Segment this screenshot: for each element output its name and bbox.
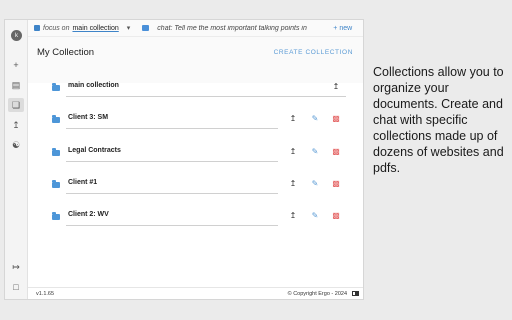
app-window: k + ▤ ❏ ↥ ☯ ↦ □ focus on main collection… (4, 19, 364, 300)
folder-icon (52, 180, 60, 188)
collection-name: Client 2: WV (68, 211, 109, 218)
upload-icon[interactable]: ↥ (331, 82, 341, 92)
name-underline (66, 96, 346, 97)
upload-icon[interactable]: ↥ (288, 147, 298, 157)
folder-icon (52, 212, 60, 220)
chevron-down-icon[interactable]: ▾ (127, 24, 131, 32)
upload-icon[interactable]: ↥ (288, 114, 298, 124)
panel-toggle-icon[interactable] (352, 291, 359, 296)
chat-icon (142, 25, 150, 31)
delete-icon[interactable]: ▩ (331, 147, 341, 157)
collection-name: main collection (68, 82, 119, 89)
folder-icon (52, 83, 60, 91)
upload-icon[interactable]: ↥ (288, 211, 298, 221)
list-item[interactable]: Client 2: WV ↥ ✎ ▩ (28, 203, 363, 235)
collection-list-icon[interactable]: ▤ (8, 78, 24, 92)
edit-icon[interactable]: ✎ (310, 179, 320, 189)
list-item[interactable]: Legal Contracts ↥ ✎ ▩ (28, 139, 363, 171)
list-item[interactable]: main collection ↥ (28, 74, 363, 106)
focus-icon (34, 25, 40, 31)
collection-name: Client #1 (68, 179, 98, 186)
topbar: focus on main collection ▾ chat: Tell me… (28, 20, 363, 37)
delete-icon[interactable]: ▩ (331, 211, 341, 221)
delete-icon[interactable]: ▩ (331, 179, 341, 189)
edit-icon[interactable]: ✎ (310, 211, 320, 221)
upload-icon[interactable]: ↥ (8, 118, 24, 132)
collection-name: Client 3: SM (68, 114, 109, 121)
footer: v1.1.65 © Copyright Ergo - 2024 (28, 287, 363, 299)
collections-icon[interactable]: ❏ (8, 98, 24, 112)
copyright-text: © Copyright Ergo - 2024 (287, 291, 347, 297)
focus-label: focus on (43, 24, 70, 32)
new-chat-button[interactable]: + new (333, 25, 352, 32)
create-collection-button[interactable]: CREATE COLLECTION (274, 49, 353, 56)
users-icon[interactable]: ☯ (8, 138, 24, 152)
focus-collection-select[interactable]: main collection (72, 25, 118, 32)
user-avatar[interactable]: k (11, 30, 22, 41)
bookmark-icon[interactable]: □ (8, 280, 24, 294)
name-underline (66, 193, 278, 194)
name-underline (66, 225, 278, 226)
current-chat-title[interactable]: chat: Tell me the most important talking… (157, 25, 325, 32)
edit-icon[interactable]: ✎ (310, 147, 320, 157)
collection-name: Legal Contracts (68, 147, 121, 154)
logout-icon[interactable]: ↦ (8, 260, 24, 274)
name-underline (66, 128, 278, 129)
folder-icon (52, 148, 60, 156)
edit-icon[interactable]: ✎ (310, 114, 320, 124)
folder-icon (52, 115, 60, 123)
avatar-initial: k (15, 32, 18, 39)
sidebar: k + ▤ ❏ ↥ ☯ ↦ □ (5, 20, 28, 299)
name-underline (66, 161, 278, 162)
delete-icon[interactable]: ▩ (331, 114, 341, 124)
version-label: v1.1.65 (36, 291, 55, 297)
page-title: My Collection (37, 47, 95, 58)
plus-icon[interactable]: + (8, 58, 24, 72)
feature-caption: Collections allow you to organize your d… (373, 65, 504, 175)
list-item[interactable]: Client 3: SM ↥ ✎ ▩ (28, 106, 363, 138)
upload-icon[interactable]: ↥ (288, 179, 298, 189)
list-item[interactable]: Client #1 ↥ ✎ ▩ (28, 171, 363, 203)
